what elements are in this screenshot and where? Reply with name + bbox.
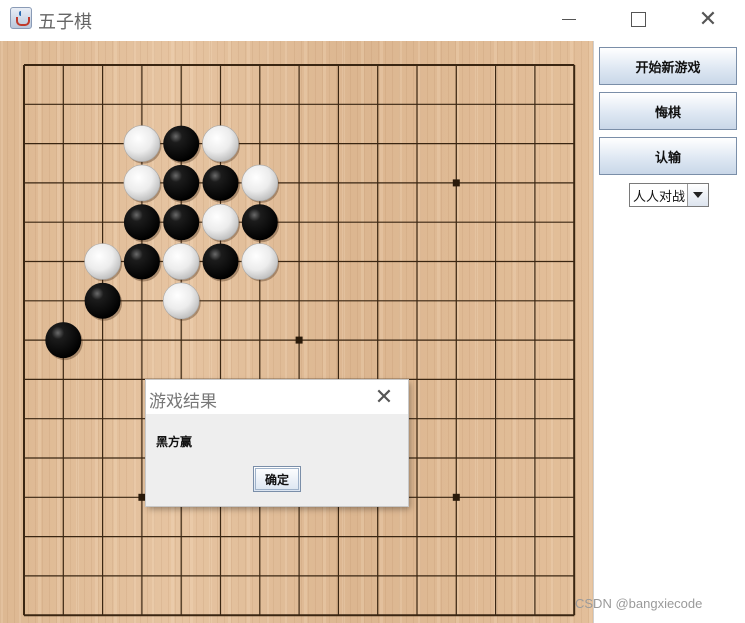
- new-game-button[interactable]: 开始新游戏: [599, 47, 737, 85]
- undo-button[interactable]: 悔棋: [599, 92, 737, 130]
- game-mode-value: 人人对战: [633, 189, 686, 205]
- white-stone: [123, 164, 162, 203]
- white-stone: [123, 125, 162, 164]
- close-icon: ✕: [374, 384, 394, 410]
- star-point: [452, 493, 460, 501]
- close-button[interactable]: ✕: [685, 0, 731, 38]
- dialog-message: 黑方赢: [156, 435, 193, 449]
- white-stone: [202, 125, 240, 164]
- white-stone: [241, 243, 280, 282]
- maximize-icon: [630, 11, 646, 27]
- chevron-down-icon: [693, 192, 703, 198]
- watermark: CSDN @bangxiecode: [575, 596, 703, 611]
- ok-button[interactable]: 确定: [253, 466, 301, 492]
- dialog-title: 游戏结果: [149, 392, 217, 412]
- star-point: [138, 493, 146, 501]
- maximize-button[interactable]: [615, 0, 661, 38]
- game-mode-select[interactable]: 人人对战: [629, 183, 709, 207]
- game-result-dialog: 游戏结果 ✕ 黑方赢 确定: [146, 380, 408, 506]
- star-point: [452, 179, 460, 187]
- game-window: 五子棋 ✕ 开始新游戏 悔棋 认输 人人对战 游戏结果 ✕ 黑方赢 确定 CSD…: [0, 0, 745, 623]
- window-title: 五子棋: [38, 12, 92, 33]
- close-icon: ✕: [698, 6, 718, 32]
- black-stone: [202, 164, 240, 203]
- black-stone: [163, 125, 201, 164]
- dialog-title-bar[interactable]: 游戏结果 ✕: [146, 380, 408, 414]
- black-stone: [163, 164, 201, 203]
- board-panel: [0, 41, 593, 623]
- control-panel: 开始新游戏 悔棋 认输 人人对战: [593, 41, 745, 623]
- go-board[interactable]: [0, 41, 593, 623]
- white-stone: [162, 243, 201, 282]
- black-stone: [202, 243, 240, 282]
- black-stone: [123, 204, 162, 243]
- white-stone: [241, 164, 280, 203]
- minimize-button[interactable]: [546, 0, 592, 38]
- black-stone: [45, 322, 83, 361]
- dialog-close-button[interactable]: ✕: [370, 384, 398, 410]
- resign-button[interactable]: 认输: [599, 137, 737, 175]
- black-stone: [163, 204, 201, 243]
- star-point: [295, 336, 303, 344]
- white-stone: [84, 243, 123, 282]
- black-stone: [241, 204, 280, 243]
- title-bar[interactable]: 五子棋 ✕: [0, 0, 745, 38]
- dropdown-button[interactable]: [687, 184, 708, 206]
- java-cup-icon: [10, 7, 32, 29]
- black-stone: [84, 282, 123, 321]
- black-stone: [123, 243, 162, 282]
- white-stone: [202, 203, 240, 243]
- white-stone: [162, 282, 201, 321]
- minimize-icon: [562, 18, 576, 20]
